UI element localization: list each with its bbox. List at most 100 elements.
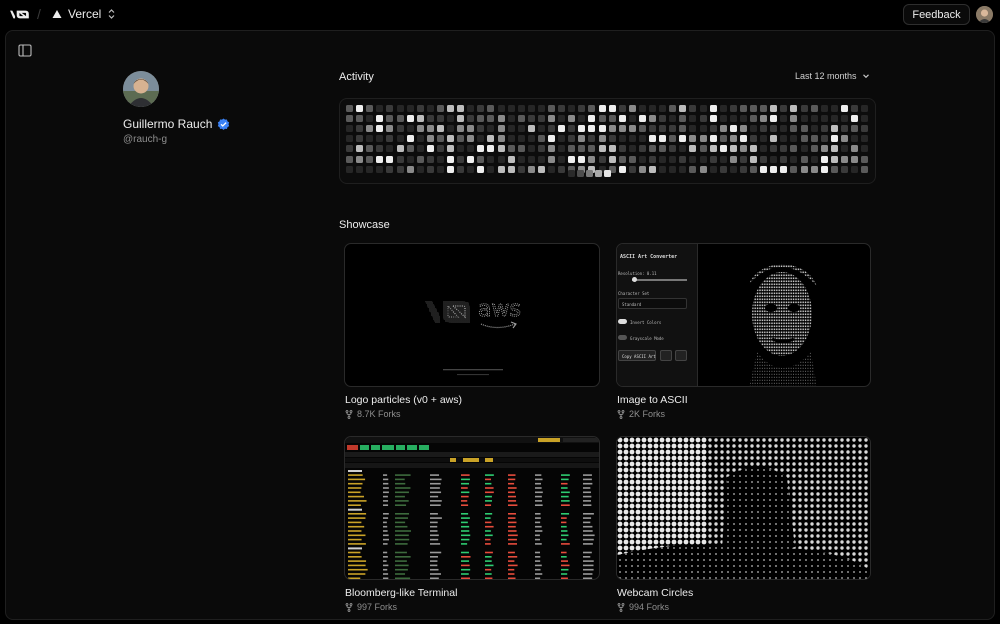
activity-day: [527, 115, 535, 123]
activity-day: [659, 105, 667, 112]
card-title[interactable]: Logo particles (v0 + aws): [345, 394, 462, 406]
terminal-cell: [561, 513, 570, 515]
fork-icon: [617, 602, 625, 612]
activity-day: [638, 155, 646, 163]
download-button[interactable]: [660, 350, 672, 361]
activity-day: [709, 145, 717, 153]
terminal-cell: [430, 564, 438, 567]
terminal-cell: [535, 577, 541, 579]
activity-day: [376, 125, 384, 133]
activity-day: [376, 135, 384, 143]
resolution-slider-thumb[interactable]: [632, 277, 637, 282]
activity-day: [346, 135, 353, 143]
activity-day: [770, 165, 778, 173]
terminal-cell: [348, 530, 362, 532]
terminal-cell: [508, 491, 515, 494]
terminal-cell: [461, 521, 468, 524]
activity-day: [689, 135, 697, 143]
top-bar: / Vercel Feedback: [0, 0, 1000, 30]
terminal-cell: [535, 521, 541, 524]
v0-logo[interactable]: [9, 8, 31, 21]
card-title[interactable]: Bloomberg-like Terminal: [345, 587, 457, 599]
activity-day: [628, 115, 636, 123]
activity-day: [830, 145, 838, 153]
card-thumbnail[interactable]: ASCII Art Converter Resolution: 0.11 Cha…: [616, 243, 871, 387]
activity-day: [669, 105, 677, 112]
terminal-cell: [461, 538, 470, 541]
activity-day: [719, 115, 727, 123]
terminal-cell: [485, 495, 492, 498]
terminal-cell: [508, 538, 517, 541]
activity-day: [679, 165, 687, 173]
activity-day: [760, 145, 768, 153]
terminal-cell: [430, 517, 442, 519]
terminal-cell: [508, 534, 518, 537]
sidebar-toggle-icon[interactable]: [18, 44, 32, 57]
activity-day: [729, 145, 737, 153]
range-selector[interactable]: Last 12 months: [795, 71, 870, 81]
activity-day: [800, 115, 808, 123]
ascii-panel-title: ASCII Art Converter: [620, 254, 678, 260]
terminal-cell: [348, 491, 361, 494]
terminal-cell: [461, 556, 471, 558]
activity-day: [608, 115, 616, 123]
activity-day: [416, 165, 424, 173]
card-title[interactable]: Webcam Circles: [617, 587, 693, 599]
activity-day: [800, 145, 808, 153]
activity-day: [537, 125, 545, 133]
terminal-cell: [348, 478, 366, 481]
terminal-cell: [535, 534, 540, 537]
terminal-cell: [508, 513, 516, 515]
terminal-cell: [348, 534, 366, 537]
card-title[interactable]: Image to ASCII: [617, 394, 688, 406]
charset-select[interactable]: Standard: [618, 298, 687, 309]
terminal-cell: [583, 504, 592, 506]
upload-button[interactable]: [675, 350, 687, 361]
activity-day: [457, 155, 465, 163]
activity-day: [346, 105, 353, 112]
activity-day: [608, 155, 616, 163]
activity-day: [709, 135, 717, 143]
invert-toggle[interactable]: [618, 319, 627, 324]
activity-day: [406, 155, 414, 163]
grayscale-toggle[interactable]: [618, 335, 627, 340]
team-switcher[interactable]: Vercel: [52, 7, 116, 21]
activity-day: [618, 135, 626, 143]
activity-day: [649, 155, 656, 163]
terminal-cell: [461, 478, 470, 481]
card-thumbnail[interactable]: [344, 436, 600, 580]
activity-day: [356, 165, 364, 173]
activity-day: [507, 145, 515, 153]
showcase-title: Showcase: [339, 219, 390, 231]
card-thumbnail[interactable]: [616, 436, 871, 580]
activity-day: [366, 125, 374, 133]
activity-day: [386, 115, 394, 123]
card-thumbnail[interactable]: aws: [344, 243, 600, 387]
activity-day: [790, 105, 798, 112]
activity-day: [416, 105, 424, 112]
activity-day: [689, 155, 697, 163]
activity-day: [851, 125, 858, 133]
terminal-cell: [461, 504, 469, 506]
activity-day: [810, 115, 818, 123]
svg-text:aws: aws: [478, 297, 521, 322]
terminal-cell: [461, 495, 469, 498]
activity-day: [386, 105, 394, 112]
terminal-cell: [348, 487, 362, 489]
activity-day: [861, 135, 869, 143]
chevrons-updown-icon: [108, 9, 115, 19]
feedback-button[interactable]: Feedback: [903, 4, 970, 25]
user-avatar[interactable]: [976, 6, 993, 23]
activity-day: [487, 145, 495, 153]
terminal-cell: [383, 500, 389, 502]
copy-ascii-button[interactable]: Copy ASCII Art: [618, 350, 656, 361]
activity-day: [770, 135, 778, 143]
activity-day: [659, 135, 667, 143]
terminal-cell: [383, 487, 389, 489]
terminal-cell: [561, 538, 567, 541]
terminal-cell: [348, 517, 366, 519]
terminal-cell: [348, 538, 362, 541]
activity-day: [628, 105, 636, 112]
resolution-slider[interactable]: [632, 279, 687, 281]
activity-day: [780, 105, 788, 112]
